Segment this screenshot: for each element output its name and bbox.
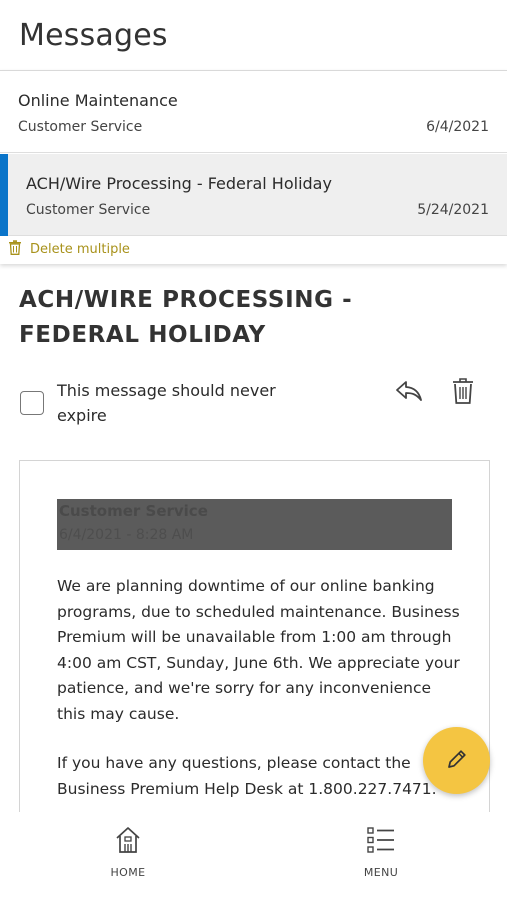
never-expire-checkbox[interactable] [20, 391, 44, 415]
trash-icon [8, 239, 22, 259]
bank-icon [115, 826, 141, 858]
message-sender: Customer Service [18, 119, 143, 135]
nav-home-label: HOME [110, 866, 146, 879]
never-expire-option: This message should never expire [20, 378, 297, 428]
delete-message-button[interactable] [448, 378, 478, 408]
compose-button[interactable] [423, 727, 490, 794]
redacted-sender-block: Customer Service 6/4/2021 - 8:28 AM [57, 499, 452, 550]
message-body-card: Customer Service 6/4/2021 - 8:28 AM We a… [19, 460, 490, 820]
message-item[interactable]: Online Maintenance Customer Service 6/4/… [0, 71, 507, 153]
pencil-icon [445, 747, 469, 775]
message-body-timestamp: 6/4/2021 - 8:28 AM [59, 527, 194, 543]
message-subject: Online Maintenance [18, 91, 178, 110]
trash-icon [452, 377, 474, 409]
page-title: Messages [19, 18, 168, 53]
bottom-nav: HOME MENU [0, 812, 507, 900]
menu-list-icon [367, 826, 395, 858]
message-subject: ACH/Wire Processing - Federal Holiday [26, 174, 332, 193]
reply-icon [395, 379, 423, 407]
message-detail-title: ACH/WIRE PROCESSING - FEDERAL HOLIDAY [19, 287, 353, 348]
message-date: 5/24/2021 [417, 202, 489, 218]
reply-button[interactable] [394, 378, 424, 408]
message-sender: Customer Service [26, 202, 151, 218]
message-body-sender: Customer Service [59, 502, 208, 520]
message-paragraph: If you have any questions, please contac… [57, 754, 437, 798]
message-item-selected[interactable]: ACH/Wire Processing - Federal Holiday Cu… [0, 154, 507, 236]
never-expire-label: This message should never expire [57, 381, 276, 425]
delete-multiple-label: Delete multiple [30, 241, 130, 257]
message-paragraph: We are planning downtime of our online b… [57, 577, 460, 723]
message-list: Online Maintenance Customer Service 6/4/… [0, 70, 507, 264]
nav-home[interactable]: HOME [88, 826, 168, 879]
message-body-text: We are planning downtime of our online b… [57, 574, 462, 819]
nav-menu-label: MENU [363, 866, 399, 879]
delete-multiple-button[interactable]: Delete multiple [8, 239, 130, 259]
selected-indicator [0, 154, 8, 236]
message-date: 6/4/2021 [426, 119, 489, 135]
nav-menu[interactable]: MENU [341, 826, 421, 879]
